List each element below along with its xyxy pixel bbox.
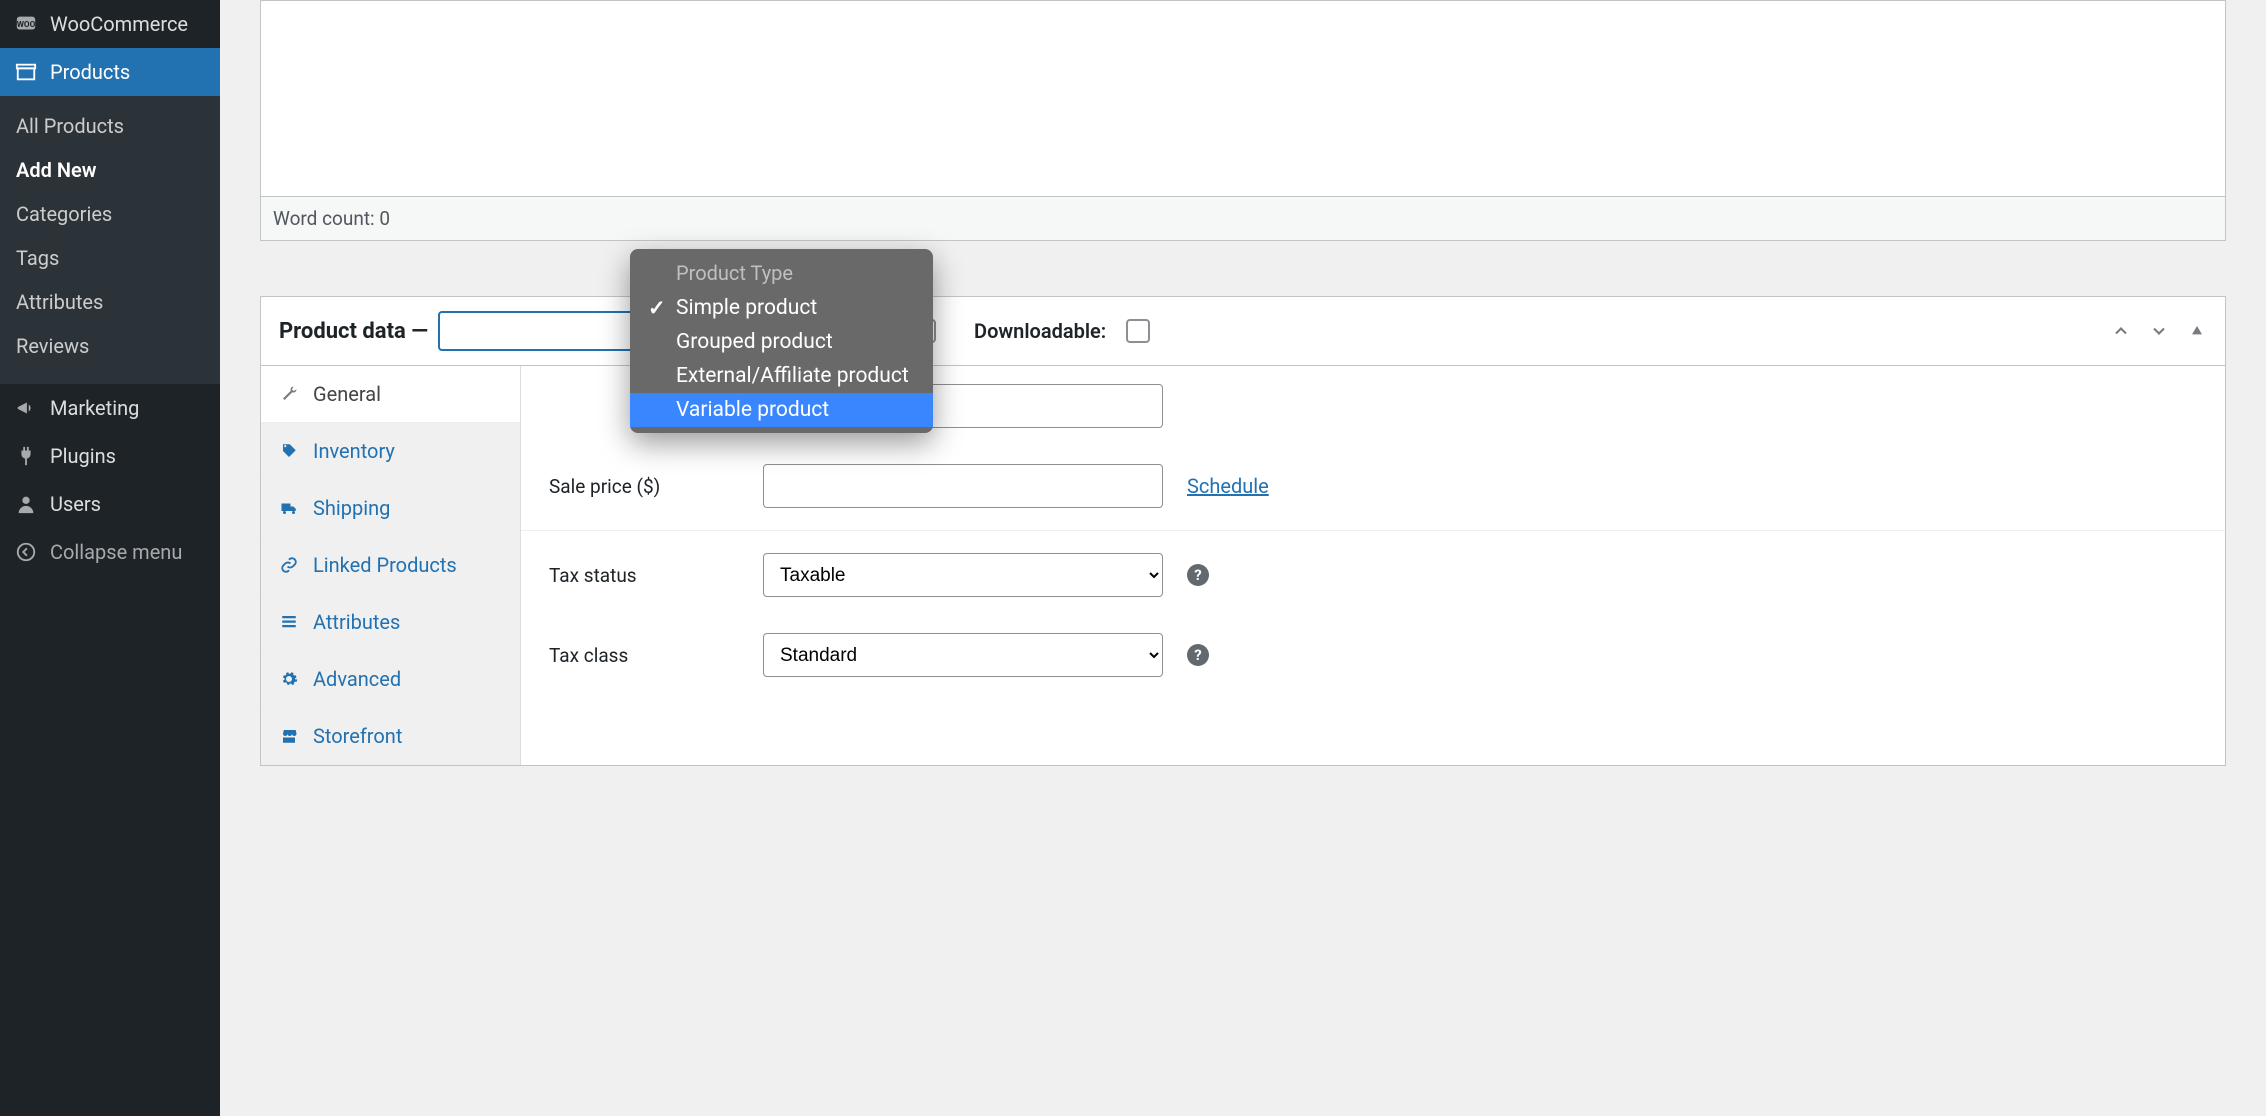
main-content: Word count: 0 Product data — ? | Virtual… bbox=[220, 0, 2266, 1116]
dropdown-option-grouped[interactable]: Grouped product bbox=[630, 325, 933, 359]
word-count: Word count: 0 bbox=[273, 207, 390, 230]
sidebar-item-label: Users bbox=[50, 492, 101, 516]
help-icon[interactable]: ? bbox=[1187, 564, 1209, 586]
editor-box: Word count: 0 bbox=[260, 0, 2226, 241]
tab-linked-products[interactable]: Linked Products bbox=[261, 537, 520, 594]
submenu-reviews[interactable]: Reviews bbox=[0, 324, 220, 368]
tab-general[interactable]: General bbox=[261, 366, 520, 423]
products-submenu: All Products Add New Categories Tags Att… bbox=[0, 96, 220, 384]
sale-price-input[interactable] bbox=[763, 464, 1163, 508]
collapse-icon bbox=[14, 540, 38, 564]
submenu-all-products[interactable]: All Products bbox=[0, 104, 220, 148]
dropdown-header: Product Type bbox=[630, 255, 933, 291]
tab-inventory[interactable]: Inventory bbox=[261, 423, 520, 480]
sale-price-label: Sale price ($) bbox=[549, 475, 739, 498]
tab-label: Attributes bbox=[313, 610, 400, 634]
tab-label: General bbox=[313, 382, 381, 406]
sidebar-item-woocommerce[interactable]: WOO WooCommerce bbox=[0, 0, 220, 48]
submenu-categories[interactable]: Categories bbox=[0, 192, 220, 236]
tab-label: Shipping bbox=[313, 496, 390, 520]
field-separator bbox=[521, 530, 2225, 531]
panel-title-dash: — bbox=[406, 319, 428, 344]
tax-status-select[interactable]: Taxable bbox=[763, 553, 1163, 597]
submenu-attributes[interactable]: Attributes bbox=[0, 280, 220, 324]
sidebar-item-marketing[interactable]: Marketing bbox=[0, 384, 220, 432]
sidebar-item-label: Marketing bbox=[50, 396, 139, 420]
sidebar-item-plugins[interactable]: Plugins bbox=[0, 432, 220, 480]
product-type-dropdown: Product Type Simple product Grouped prod… bbox=[630, 249, 933, 433]
archive-icon bbox=[14, 60, 38, 84]
megaphone-icon bbox=[14, 396, 38, 420]
tax-class-select[interactable]: Standard bbox=[763, 633, 1163, 677]
truck-icon bbox=[279, 499, 299, 517]
sidebar-item-users[interactable]: Users bbox=[0, 480, 220, 528]
tax-class-label: Tax class bbox=[549, 644, 739, 667]
tab-attributes[interactable]: Attributes bbox=[261, 594, 520, 651]
submenu-tags[interactable]: Tags bbox=[0, 236, 220, 280]
schedule-link[interactable]: Schedule bbox=[1187, 474, 1269, 498]
link-icon bbox=[279, 556, 299, 574]
dropdown-option-external[interactable]: External/Affiliate product bbox=[630, 359, 933, 393]
submenu-add-new[interactable]: Add New bbox=[0, 148, 220, 192]
dropdown-option-variable[interactable]: Variable product bbox=[630, 393, 933, 427]
tab-shipping[interactable]: Shipping bbox=[261, 480, 520, 537]
downloadable-label: Downloadable: bbox=[974, 319, 1106, 343]
sidebar-item-products[interactable]: Products bbox=[0, 48, 220, 96]
product-tabs: General Inventory Shipping Linked Produc… bbox=[261, 366, 521, 765]
tax-status-label: Tax status bbox=[549, 564, 739, 587]
panel-up-icon[interactable] bbox=[2111, 321, 2131, 341]
panel-title-text: Product data bbox=[279, 319, 406, 344]
sidebar-item-label: Plugins bbox=[50, 444, 116, 468]
editor-status: Word count: 0 bbox=[261, 197, 2225, 240]
downloadable-checkbox[interactable] bbox=[1126, 319, 1150, 343]
store-icon bbox=[279, 727, 299, 745]
product-data-panel: Product data — ? | Virtual: Downloadable… bbox=[260, 296, 2226, 766]
sidebar-item-label: Products bbox=[50, 60, 130, 84]
sidebar-item-label: Collapse menu bbox=[50, 540, 182, 564]
sidebar-item-label: WooCommerce bbox=[50, 12, 188, 36]
tag-icon bbox=[279, 442, 299, 460]
user-icon bbox=[14, 492, 38, 516]
editor-body[interactable] bbox=[261, 1, 2225, 197]
collapse-menu[interactable]: Collapse menu bbox=[0, 528, 220, 576]
wrench-icon bbox=[279, 385, 299, 403]
panel-header: Product data — ? | Virtual: Downloadable… bbox=[261, 297, 2225, 366]
panel-collapse-icon[interactable] bbox=[2187, 321, 2207, 341]
list-icon bbox=[279, 613, 299, 631]
dropdown-option-simple[interactable]: Simple product bbox=[630, 291, 933, 325]
tab-label: Inventory bbox=[313, 439, 395, 463]
gear-icon bbox=[279, 670, 299, 688]
tab-storefront[interactable]: Storefront bbox=[261, 708, 520, 765]
panel-down-icon[interactable] bbox=[2149, 321, 2169, 341]
tab-label: Advanced bbox=[313, 667, 401, 691]
svg-text:WOO: WOO bbox=[17, 20, 36, 30]
admin-sidebar: WOO WooCommerce Products All Products Ad… bbox=[0, 0, 220, 1116]
tab-label: Linked Products bbox=[313, 553, 457, 577]
panel-title: Product data — bbox=[279, 319, 428, 344]
tab-advanced[interactable]: Advanced bbox=[261, 651, 520, 708]
woocommerce-icon: WOO bbox=[14, 12, 38, 36]
help-icon[interactable]: ? bbox=[1187, 644, 1209, 666]
tab-label: Storefront bbox=[313, 724, 402, 748]
plug-icon bbox=[14, 444, 38, 468]
